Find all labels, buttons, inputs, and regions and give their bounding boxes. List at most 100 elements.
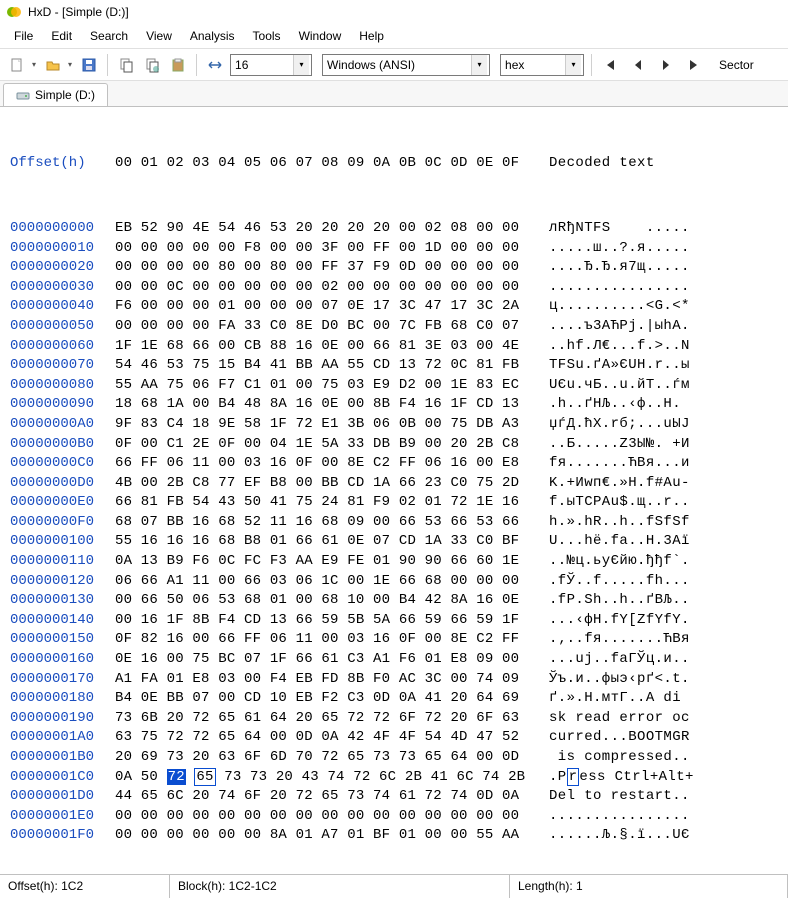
hex-row[interactable]: 000000019073 6B 20 72 65 61 64 20 65 72 … <box>10 709 778 729</box>
hex-decoded[interactable]: f.ыTCPAu$.щ..r.. <box>549 493 690 513</box>
hex-bytes[interactable]: F6 00 00 00 01 00 00 00 07 0E 17 3C 47 1… <box>115 297 537 317</box>
hex-bytes[interactable]: 63 75 72 72 65 64 00 0D 0A 42 4F 4F 54 4… <box>115 728 537 748</box>
hex-bytes[interactable]: 4B 00 2B C8 77 EF B8 00 BB CD 1A 66 23 C… <box>115 474 537 494</box>
hex-row[interactable]: 000000008055 AA 75 06 F7 C1 01 00 75 03 … <box>10 376 778 396</box>
hex-decoded[interactable]: ................ <box>549 807 690 827</box>
fit-width-button[interactable] <box>204 54 226 76</box>
hex-row[interactable]: 00000000C066 FF 06 11 00 03 16 0F 00 8E … <box>10 454 778 474</box>
hex-bytes[interactable]: 44 65 6C 20 74 6F 20 72 65 73 74 61 72 7… <box>115 787 537 807</box>
hex-bytes[interactable]: 66 81 FB 54 43 50 41 75 24 81 F9 02 01 7… <box>115 493 537 513</box>
hex-row[interactable]: 00000001C00A 50 72 65 73 73 20 43 74 72 … <box>10 768 778 788</box>
hex-bytes[interactable]: 0F 82 16 00 66 FF 06 11 00 03 16 0F 00 8… <box>115 630 537 650</box>
hex-bytes[interactable]: 54 46 53 75 15 B4 41 BB AA 55 CD 13 72 0… <box>115 356 537 376</box>
hex-decoded[interactable]: ..hf.Л€...f.>..N <box>549 337 690 357</box>
menu-analysis[interactable]: Analysis <box>182 26 243 46</box>
hex-row[interactable]: 00000000E066 81 FB 54 43 50 41 75 24 81 … <box>10 493 778 513</box>
hex-editor[interactable]: Offset(h) 00 01 02 03 04 05 06 07 08 09 … <box>0 107 788 874</box>
hex-bytes[interactable]: 66 FF 06 11 00 03 16 0F 00 8E C2 FF 06 1… <box>115 454 537 474</box>
encoding-combo[interactable]: ▾ <box>322 54 490 76</box>
nav-next-button[interactable] <box>655 54 677 76</box>
menu-window[interactable]: Window <box>291 26 350 46</box>
hex-bytes[interactable]: 68 07 BB 16 68 52 11 16 68 09 00 66 53 6… <box>115 513 537 533</box>
chevron-down-icon[interactable]: ▾ <box>565 55 581 75</box>
hex-decoded[interactable]: .fP.Sh..h..ґBЉ.. <box>549 591 690 611</box>
hex-bytes[interactable]: 9F 83 C4 18 9E 58 1F 72 E1 3B 06 0B 00 7… <box>115 415 537 435</box>
menu-help[interactable]: Help <box>351 26 392 46</box>
numbase-input[interactable] <box>501 55 565 75</box>
hex-row[interactable]: 00000000A09F 83 C4 18 9E 58 1F 72 E1 3B … <box>10 415 778 435</box>
hex-decoded[interactable]: ґ.».Н.мтГ..A di <box>549 689 681 709</box>
hex-bytes[interactable]: 20 69 73 20 63 6F 6D 70 72 65 73 73 65 6… <box>115 748 537 768</box>
hex-row[interactable]: 000000005000 00 00 00 FA 33 C0 8E D0 BC … <box>10 317 778 337</box>
hex-decoded[interactable]: is compressed.. <box>549 748 690 768</box>
hex-row[interactable]: 0000000040F6 00 00 00 01 00 00 00 07 0E … <box>10 297 778 317</box>
hex-decoded[interactable]: .h..ґHЉ..‹ф..Н. <box>549 395 681 415</box>
hex-row[interactable]: 000000014000 16 1F 8B F4 CD 13 66 59 5B … <box>10 611 778 631</box>
chevron-down-icon[interactable]: ▾ <box>293 55 309 75</box>
hex-row[interactable]: 000000001000 00 00 00 00 F8 00 00 3F 00 … <box>10 239 778 259</box>
new-file-button[interactable] <box>6 54 28 76</box>
hex-row[interactable]: 000000012006 66 A1 11 00 66 03 06 1C 00 … <box>10 572 778 592</box>
menu-search[interactable]: Search <box>82 26 136 46</box>
hex-decoded[interactable]: .Press Ctrl+Alt+ <box>549 768 694 788</box>
hex-bytes[interactable]: 06 66 A1 11 00 66 03 06 1C 00 1E 66 68 0… <box>115 572 537 592</box>
hex-row[interactable]: 0000000180B4 0E BB 07 00 CD 10 EB F2 C3 … <box>10 689 778 709</box>
hex-bytes[interactable]: A1 FA 01 E8 03 00 F4 EB FD 8B F0 AC 3C 0… <box>115 670 537 690</box>
hex-decoded[interactable]: TFSu.ґA»ЄUН.r..ы <box>549 356 690 376</box>
hex-row[interactable]: 000000013000 66 50 06 53 68 01 00 68 10 … <box>10 591 778 611</box>
hex-bytes[interactable]: 0F 00 C1 2E 0F 00 04 1E 5A 33 DB B9 00 2… <box>115 435 537 455</box>
hex-row[interactable]: 0000000170A1 FA 01 E8 03 00 F4 EB FD 8B … <box>10 670 778 690</box>
hex-decoded[interactable]: fя.......ЋВя...и <box>549 454 690 474</box>
numbase-combo[interactable]: ▾ <box>500 54 584 76</box>
hex-decoded[interactable]: ...uј..faГЎц.и.. <box>549 650 690 670</box>
hex-bytes[interactable]: 00 00 00 00 00 00 8A 01 A7 01 BF 01 00 0… <box>115 826 537 846</box>
hex-bytes[interactable]: 00 00 00 00 00 00 00 00 00 00 00 00 00 0… <box>115 807 537 827</box>
hex-decoded[interactable]: K.+Иwп€.»Н.f#Аu- <box>549 474 690 494</box>
hex-row[interactable]: 000000002000 00 00 00 80 00 80 00 FF 37 … <box>10 258 778 278</box>
hex-decoded[interactable]: џѓД.ћX.rб;...uЫЈ <box>549 415 690 435</box>
hex-bytes[interactable]: 00 66 50 06 53 68 01 00 68 10 00 B4 42 8… <box>115 591 537 611</box>
open-file-button[interactable] <box>42 54 64 76</box>
hex-bytes[interactable]: B4 0E BB 07 00 CD 10 EB F2 C3 0D 0A 41 2… <box>115 689 537 709</box>
hex-decoded[interactable]: .‚..fя.......ЋВя <box>549 630 690 650</box>
hex-bytes[interactable]: 00 00 00 00 00 F8 00 00 3F 00 FF 00 1D 0… <box>115 239 537 259</box>
hex-bytes[interactable]: 73 6B 20 72 65 61 64 20 65 72 72 6F 72 2… <box>115 709 537 729</box>
bytes-per-row-combo[interactable]: ▾ <box>230 54 312 76</box>
hex-bytes[interactable]: 00 00 00 00 FA 33 C0 8E D0 BC 00 7C FB 6… <box>115 317 537 337</box>
encoding-input[interactable] <box>323 55 471 75</box>
cut-button[interactable] <box>115 54 137 76</box>
hex-bytes[interactable]: 0A 50 72 65 73 73 20 43 74 72 6C 2B 41 6… <box>115 768 537 788</box>
hex-decoded[interactable]: ...‹фН.fY[ZfYfY. <box>549 611 690 631</box>
copy-button[interactable] <box>141 54 163 76</box>
hex-row[interactable]: 00000000B00F 00 C1 2E 0F 00 04 1E 5A 33 … <box>10 435 778 455</box>
hex-row[interactable]: 000000003000 00 0C 00 00 00 00 00 02 00 … <box>10 278 778 298</box>
hex-decoded[interactable]: U...hё.fa..Н.3Аї <box>549 532 690 552</box>
hex-decoded[interactable]: h.».hR..h..fSfSf <box>549 513 690 533</box>
hex-row[interactable]: 00000001A063 75 72 72 65 64 00 0D 0A 42 … <box>10 728 778 748</box>
menu-edit[interactable]: Edit <box>43 26 80 46</box>
save-button[interactable] <box>78 54 100 76</box>
hex-decoded[interactable]: .....ш..?.я..... <box>549 239 690 259</box>
hex-row[interactable]: 00000001600E 16 00 75 BC 07 1F 66 61 C3 … <box>10 650 778 670</box>
hex-row[interactable]: 00000001E000 00 00 00 00 00 00 00 00 00 … <box>10 807 778 827</box>
hex-decoded[interactable]: ц..........<G.<* <box>549 297 690 317</box>
hex-bytes[interactable]: 00 00 00 00 80 00 80 00 FF 37 F9 0D 00 0… <box>115 258 537 278</box>
hex-row[interactable]: 00000000601F 1E 68 66 00 CB 88 16 0E 00 … <box>10 337 778 357</box>
nav-first-button[interactable] <box>599 54 621 76</box>
hex-bytes[interactable]: 18 68 1A 00 B4 48 8A 16 0E 00 8B F4 16 1… <box>115 395 537 415</box>
paste-button[interactable] <box>167 54 189 76</box>
nav-prev-button[interactable] <box>627 54 649 76</box>
hex-decoded[interactable]: ......Љ.§.ї...UЄ <box>549 826 690 846</box>
chevron-down-icon[interactable]: ▾ <box>471 55 487 75</box>
hex-row[interactable]: 00000000D04B 00 2B C8 77 EF B8 00 BB CD … <box>10 474 778 494</box>
hex-decoded[interactable]: ................ <box>549 278 690 298</box>
hex-row[interactable]: 000000010055 16 16 16 68 B8 01 66 61 0E … <box>10 532 778 552</box>
hex-row[interactable]: 000000007054 46 53 75 15 B4 41 BB AA 55 … <box>10 356 778 376</box>
hex-decoded[interactable]: ....Ђ.Ђ.я7щ..... <box>549 258 690 278</box>
hex-decoded[interactable]: лRђNTFS ..... <box>549 219 690 239</box>
hex-bytes[interactable]: 1F 1E 68 66 00 CB 88 16 0E 00 66 81 3E 0… <box>115 337 537 357</box>
hex-row[interactable]: 00000000F068 07 BB 16 68 52 11 16 68 09 … <box>10 513 778 533</box>
hex-row[interactable]: 00000001100A 13 B9 F6 0C FC F3 AA E9 FE … <box>10 552 778 572</box>
hex-row[interactable]: 00000001D044 65 6C 20 74 6F 20 72 65 73 … <box>10 787 778 807</box>
menu-view[interactable]: View <box>138 26 180 46</box>
